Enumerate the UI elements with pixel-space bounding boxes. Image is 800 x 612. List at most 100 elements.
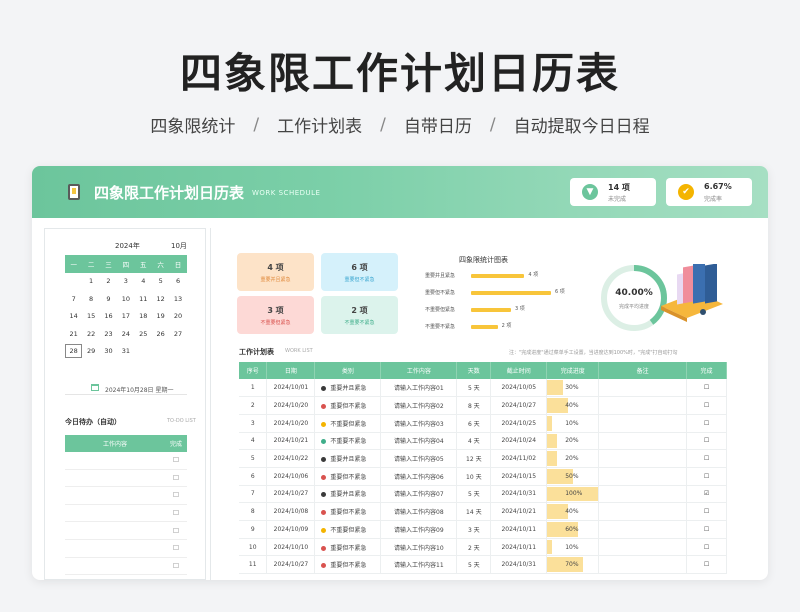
row-content[interactable]: 请输入工作内容03 (380, 414, 458, 433)
row-type[interactable]: 不重要但紧急 (314, 520, 382, 539)
row-note[interactable] (598, 396, 688, 415)
row-type[interactable]: 重要并且紧急 (314, 379, 382, 398)
row-progress[interactable]: 20% (546, 449, 600, 468)
row-note[interactable] (598, 379, 688, 398)
row-content[interactable]: 请输入工作内容04 (380, 432, 458, 451)
row-progress[interactable]: 60% (546, 520, 600, 539)
calendar-day[interactable]: 22 (82, 330, 99, 338)
row-date[interactable]: 2024/10/27 (266, 555, 316, 575)
row-note[interactable] (598, 502, 688, 521)
calendar-day[interactable]: 24 (117, 330, 134, 338)
calendar-day[interactable]: 1 (82, 277, 99, 285)
calendar-day[interactable]: 14 (65, 312, 82, 320)
calendar-day[interactable]: 29 (82, 347, 99, 355)
row-done-checkbox[interactable]: ☐ (686, 396, 727, 415)
row-done-checkbox[interactable]: ☐ (686, 467, 727, 486)
calendar-day[interactable]: 21 (65, 330, 82, 338)
row-done-checkbox[interactable]: ☐ (686, 414, 727, 433)
row-content[interactable]: 请输入工作内容09 (380, 520, 458, 539)
row-progress[interactable]: 10% (546, 538, 600, 557)
calendar-day[interactable]: 28 (65, 344, 83, 359)
calendar-day[interactable]: 10 (117, 295, 134, 303)
row-note[interactable] (598, 555, 688, 575)
row-note[interactable] (598, 414, 688, 433)
todo-checkbox[interactable]: ☐ (165, 544, 187, 552)
row-note[interactable] (598, 449, 688, 468)
row-content[interactable]: 请输入工作内容11 (380, 555, 458, 575)
calendar-day[interactable]: 20 (169, 312, 186, 320)
calendar-day[interactable]: 27 (169, 330, 186, 338)
todo-checkbox[interactable]: ☐ (165, 579, 187, 580)
calendar-day[interactable]: 15 (82, 312, 99, 320)
row-content[interactable]: 请输入工作内容02 (380, 396, 458, 415)
calendar-day[interactable]: 2 (100, 277, 117, 285)
row-type[interactable]: 重要但不紧急 (314, 396, 382, 415)
row-date[interactable]: 2024/10/10 (266, 538, 316, 557)
row-content[interactable]: 请输入工作内容08 (380, 502, 458, 521)
row-note[interactable] (598, 432, 688, 451)
row-content[interactable]: 请输入工作内容07 (380, 485, 458, 504)
row-content[interactable]: 请输入工作内容10 (380, 538, 458, 557)
row-date[interactable]: 2024/10/20 (266, 414, 316, 433)
calendar-day[interactable]: 9 (100, 295, 117, 303)
row-progress[interactable]: 20% (546, 432, 600, 451)
row-progress[interactable]: 70% (546, 555, 600, 575)
row-done-checkbox[interactable]: ☐ (686, 449, 727, 468)
row-done-checkbox[interactable]: ☐ (686, 538, 727, 557)
row-type[interactable]: 重要并且紧急 (314, 449, 382, 468)
row-note[interactable] (598, 520, 688, 539)
row-date[interactable]: 2024/10/06 (266, 467, 316, 486)
row-progress[interactable]: 30% (546, 379, 600, 398)
row-progress[interactable]: 40% (546, 396, 600, 415)
row-done-checkbox[interactable]: ☐ (686, 555, 727, 575)
row-done-checkbox[interactable]: ☐ (686, 432, 727, 451)
row-content[interactable]: 请输入工作内容05 (380, 449, 458, 468)
row-progress[interactable]: 40% (546, 502, 600, 521)
row-date[interactable]: 2024/10/22 (266, 449, 316, 468)
todo-checkbox[interactable]: ☐ (165, 456, 187, 464)
row-content[interactable]: 请输入工作内容06 (380, 467, 458, 486)
row-note[interactable] (598, 538, 688, 557)
calendar-day[interactable]: 6 (169, 277, 186, 285)
row-note[interactable] (598, 485, 688, 504)
row-date[interactable]: 2024/10/01 (266, 379, 316, 398)
row-date[interactable]: 2024/10/21 (266, 432, 316, 451)
todo-checkbox[interactable]: ☐ (165, 562, 187, 570)
row-progress[interactable]: 50% (546, 467, 600, 486)
calendar-day[interactable]: 7 (65, 295, 82, 303)
calendar-day[interactable]: 26 (152, 330, 169, 338)
row-note[interactable] (598, 467, 688, 486)
todo-checkbox[interactable]: ☐ (165, 491, 187, 499)
calendar-day[interactable]: 23 (100, 330, 117, 338)
calendar-day[interactable]: 5 (152, 277, 169, 285)
todo-checkbox[interactable]: ☐ (165, 509, 187, 517)
calendar-day[interactable]: 25 (135, 330, 152, 338)
row-type[interactable]: 不重要但紧急 (314, 414, 382, 433)
calendar-day[interactable]: 11 (135, 295, 152, 303)
todo-checkbox[interactable]: ☐ (165, 527, 187, 535)
row-content[interactable]: 请输入工作内容01 (380, 379, 458, 398)
row-type[interactable]: 重要但不紧急 (314, 538, 382, 557)
calendar-day[interactable]: 13 (169, 295, 186, 303)
row-date[interactable]: 2024/10/09 (266, 520, 316, 539)
row-type[interactable]: 重要并且紧急 (314, 485, 382, 504)
calendar-day[interactable]: 12 (152, 295, 169, 303)
calendar-day[interactable]: 4 (135, 277, 152, 285)
calendar-day[interactable]: 3 (117, 277, 134, 285)
row-done-checkbox[interactable]: ☐ (686, 379, 727, 398)
row-date[interactable]: 2024/10/20 (266, 396, 316, 415)
row-done-checkbox[interactable]: ☐ (686, 502, 727, 521)
calendar-day[interactable]: 31 (117, 347, 134, 355)
row-progress[interactable]: 10% (546, 414, 600, 433)
calendar-day[interactable]: 30 (100, 347, 117, 355)
row-done-checkbox[interactable]: ☐ (686, 520, 727, 539)
row-date[interactable]: 2024/10/27 (266, 485, 316, 504)
row-type[interactable]: 不重要不紧急 (314, 432, 382, 451)
calendar-day[interactable]: 16 (100, 312, 117, 320)
todo-checkbox[interactable]: ☐ (165, 474, 187, 482)
row-type[interactable]: 重要但不紧急 (314, 467, 382, 486)
calendar-day[interactable]: 17 (117, 312, 134, 320)
row-date[interactable]: 2024/10/08 (266, 502, 316, 521)
row-progress[interactable]: 100% (546, 485, 600, 504)
calendar-day[interactable]: 19 (152, 312, 169, 320)
